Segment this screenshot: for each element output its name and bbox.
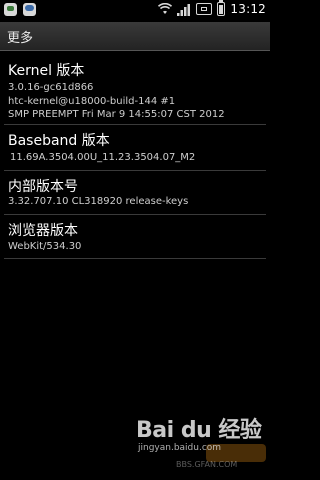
item-value: 11.69A.3504.00U_11.23.3504.07_M2: [10, 152, 196, 163]
divider: [4, 170, 266, 171]
item-title: 内部版本号: [8, 179, 78, 195]
list-item-browser-version[interactable]: 浏览器版本 WebKit/534.30: [0, 218, 270, 260]
item-value: htc-kernel@u18000-build-144 #1: [8, 96, 176, 107]
item-title: Baseband 版本: [8, 133, 110, 149]
list-item-build-number[interactable]: 内部版本号 3.32.707.10 CL318920 release-keys: [0, 174, 270, 216]
watermark-url: jingyan.baidu.com: [138, 443, 222, 453]
divider: [4, 258, 266, 259]
page-title: 更多: [7, 31, 34, 46]
list-item-baseband-version[interactable]: Baseband 版本 11.69A.3504.00U_11.23.3504.0…: [0, 128, 270, 170]
list-item-kernel-version[interactable]: Kernel 版本 3.0.16-gc61d866 htc-kernel@u18…: [0, 56, 270, 126]
item-value: 3.32.707.10 CL318920 release-keys: [8, 196, 189, 207]
item-value: WebKit/534.30: [8, 241, 82, 252]
system-icons: 13:12: [158, 0, 266, 16]
item-title: Kernel 版本: [8, 63, 85, 79]
watermark-site: BBS.GFAN.COM: [176, 460, 238, 469]
battery-icon: [217, 0, 226, 16]
watermark-brand: Bai du 经验: [136, 418, 262, 443]
alarm-icon: [196, 3, 213, 15]
chat-icon: [23, 3, 36, 16]
baidu-jingyan-watermark: Bai du 经验 jingyan.baidu.com BBS.GFAN.COM: [136, 408, 266, 474]
item-title: 浏览器版本: [8, 223, 78, 239]
wifi-icon: [158, 3, 173, 14]
title-bar: 更多: [0, 22, 270, 51]
item-value: 3.0.16-gc61d866: [8, 82, 94, 93]
divider: [4, 214, 266, 215]
status-bar: 13:12: [0, 0, 270, 22]
message-icon: [4, 3, 17, 16]
signal-icon: [177, 3, 191, 16]
item-value: SMP PREEMPT Fri Mar 9 14:55:07 CST 2012: [8, 109, 225, 120]
status-time: 13:12: [230, 2, 266, 16]
notification-icons: [4, 3, 36, 16]
divider: [4, 124, 266, 125]
